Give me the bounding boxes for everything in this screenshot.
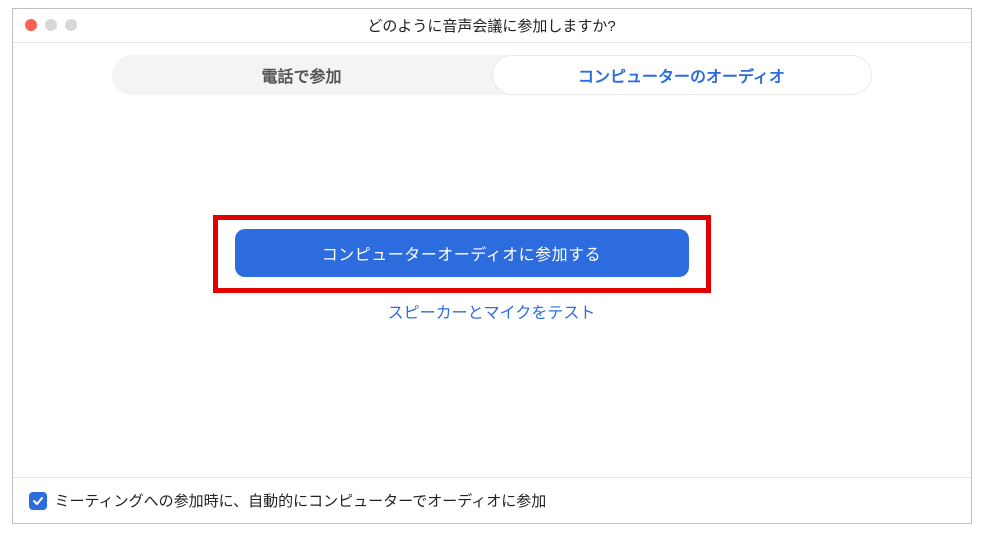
zoom-icon bbox=[65, 19, 77, 31]
window-title: どのように音声会議に参加しますか? bbox=[13, 15, 971, 36]
main-area: コンピューターオーディオに参加する スピーカーとマイクをテスト bbox=[13, 95, 971, 477]
tab-phone-label: 電話で参加 bbox=[261, 63, 341, 87]
join-computer-audio-button[interactable]: コンピューターオーディオに参加する bbox=[235, 229, 689, 277]
audio-tabs: 電話で参加 コンピューターのオーディオ bbox=[112, 55, 872, 95]
titlebar: どのように音声会議に参加しますか? bbox=[13, 9, 971, 43]
auto-join-checkbox[interactable] bbox=[29, 492, 47, 510]
footer: ミーティングへの参加時に、自動的にコンピューターでオーディオに参加 bbox=[13, 477, 971, 523]
audio-join-dialog: どのように音声会議に参加しますか? 電話で参加 コンピューターのオーディオ コン… bbox=[12, 8, 972, 524]
close-icon[interactable] bbox=[25, 19, 37, 31]
minimize-icon bbox=[45, 19, 57, 31]
auto-join-label: ミーティングへの参加時に、自動的にコンピューターでオーディオに参加 bbox=[55, 490, 547, 511]
test-speaker-mic-link[interactable]: スピーカーとマイクをテスト bbox=[13, 299, 971, 323]
check-icon bbox=[32, 495, 44, 507]
window-controls bbox=[25, 19, 77, 31]
tabs-container: 電話で参加 コンピューターのオーディオ bbox=[13, 43, 971, 95]
tab-phone[interactable]: 電話で参加 bbox=[112, 55, 492, 95]
tab-computer-audio-label: コンピューターのオーディオ bbox=[578, 63, 785, 87]
tab-computer-audio[interactable]: コンピューターのオーディオ bbox=[492, 55, 872, 95]
